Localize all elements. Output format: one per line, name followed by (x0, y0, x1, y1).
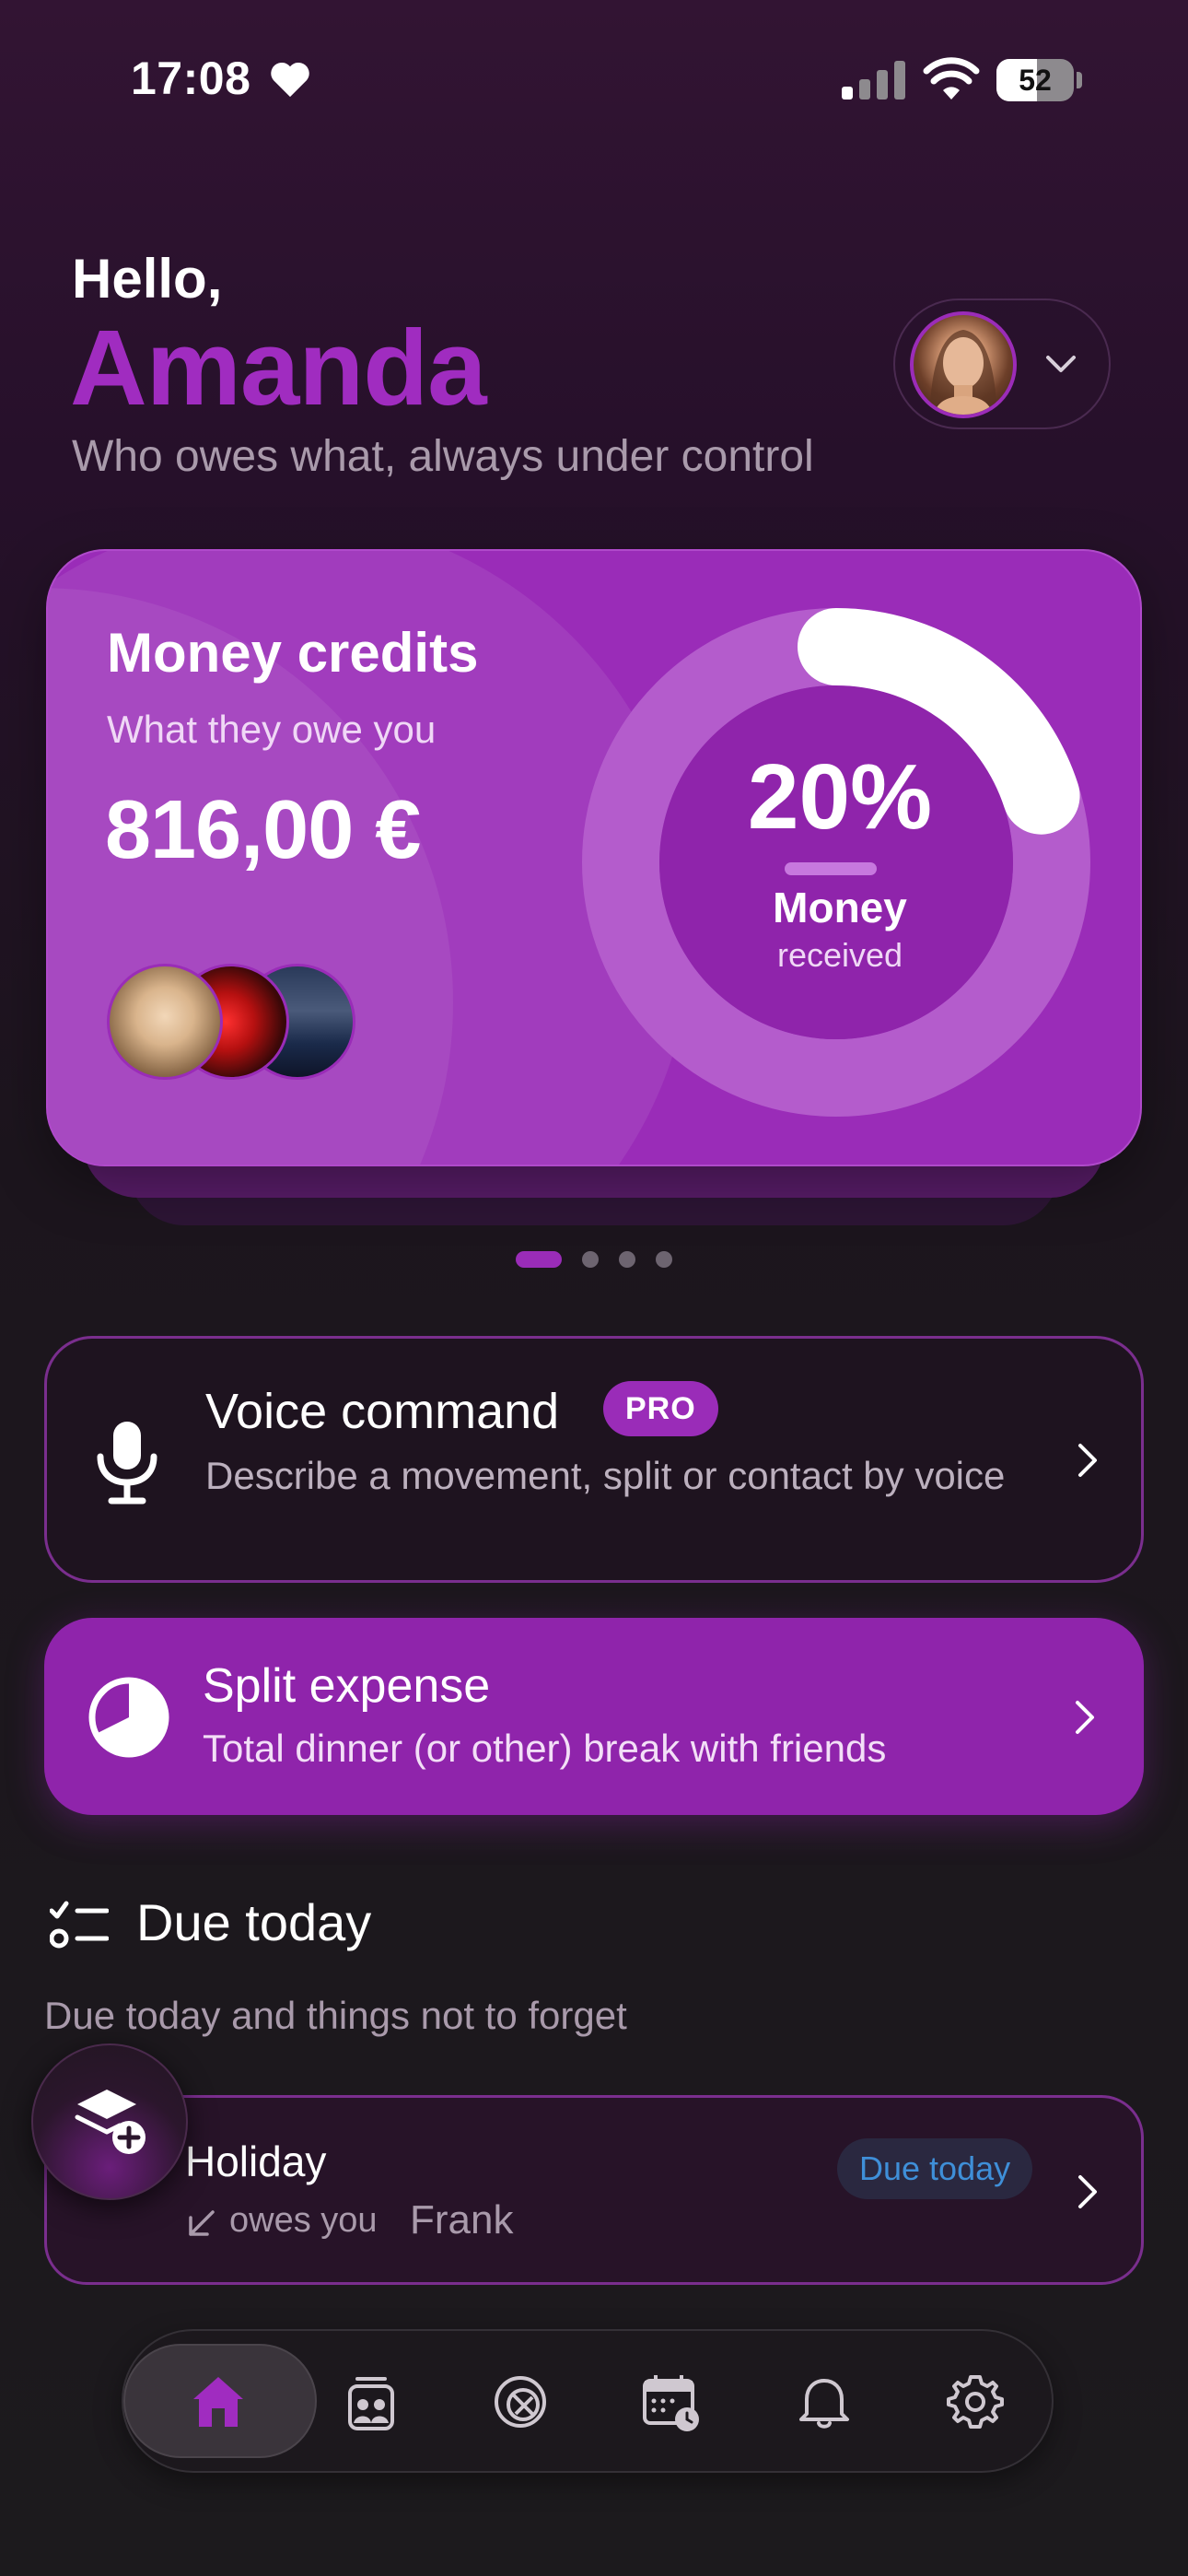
user-name: Amanda (70, 308, 487, 427)
bell-icon[interactable] (794, 2371, 855, 2432)
pro-badge: PRO (603, 1381, 718, 1436)
signal-icon (842, 61, 905, 100)
add-layers-icon (75, 2090, 146, 2154)
chevron-down-icon (1046, 356, 1076, 372)
chevron-right-icon (1078, 2175, 1097, 2208)
arrow-down-left-icon (189, 2210, 215, 2236)
due-today-subtitle: Due today and things not to forget (44, 1994, 627, 2037)
pager-dot-active[interactable] (516, 1251, 562, 1268)
checklist-icon (50, 1901, 109, 1949)
add-item-button[interactable] (31, 2043, 188, 2200)
battery-percent: 52 (1019, 64, 1052, 97)
split-expense-description: Total dinner (or other) break with frien… (203, 1727, 887, 1770)
voice-command-card[interactable]: Voice command PRO Describe a movement, s… (44, 1336, 1144, 1583)
credits-amount: 816,00 € (105, 784, 421, 876)
pie-chart-icon (88, 1677, 169, 1758)
status-time: 17:08 (131, 53, 251, 104)
voice-command-description: Describe a movement, split or contact by… (205, 1454, 1006, 1497)
contact-avatar (107, 964, 223, 1080)
contact-avatars[interactable] (107, 964, 383, 1080)
profile-switcher[interactable] (893, 299, 1111, 429)
chevron-right-icon (1078, 1444, 1097, 1477)
calendar-icon[interactable] (641, 2371, 702, 2432)
item-title: Holiday (185, 2137, 327, 2185)
money-credits-card[interactable]: Money credits What they owe you 816,00 €… (46, 549, 1142, 1166)
split-expense-title: Split expense (203, 1659, 491, 1713)
gear-icon[interactable] (945, 2371, 1006, 2432)
card-subtitle: What they owe you (107, 708, 437, 751)
item-contact: Frank (410, 2197, 514, 2242)
avatar (910, 311, 1017, 418)
progress-label: Money (773, 884, 907, 931)
battery-indicator: 52 (996, 59, 1083, 101)
status-badge: Due today (837, 2138, 1033, 2199)
heart-icon (271, 62, 309, 98)
item-direction: owes you (229, 2201, 378, 2240)
progress-divider (785, 862, 877, 875)
microphone-icon (97, 1422, 157, 1505)
progress-percent: 20% (747, 745, 933, 849)
wifi-icon (923, 57, 980, 100)
voice-command-title: Voice command (205, 1384, 560, 1439)
pager-dot[interactable] (582, 1251, 599, 1268)
card-title: Money credits (107, 622, 479, 684)
chevron-right-icon (1076, 1701, 1094, 1734)
contacts-icon[interactable] (341, 2371, 402, 2432)
home-icon[interactable] (188, 2371, 249, 2432)
split-icon[interactable] (490, 2371, 551, 2432)
pager-dot[interactable] (656, 1251, 672, 1268)
bottom-nav (122, 2329, 1054, 2473)
due-today-title: Due today (136, 1893, 372, 1951)
list-item[interactable]: Holiday owes you Frank Due today (44, 2095, 1144, 2285)
carousel-pager[interactable] (516, 1251, 700, 1270)
progress-sublabel: received (776, 936, 903, 974)
pager-dot[interactable] (619, 1251, 635, 1268)
greeting: Hello, (72, 248, 223, 310)
tagline: Who owes what, always under control (72, 432, 814, 481)
split-expense-card[interactable]: Split expense Total dinner (or other) br… (44, 1618, 1144, 1815)
